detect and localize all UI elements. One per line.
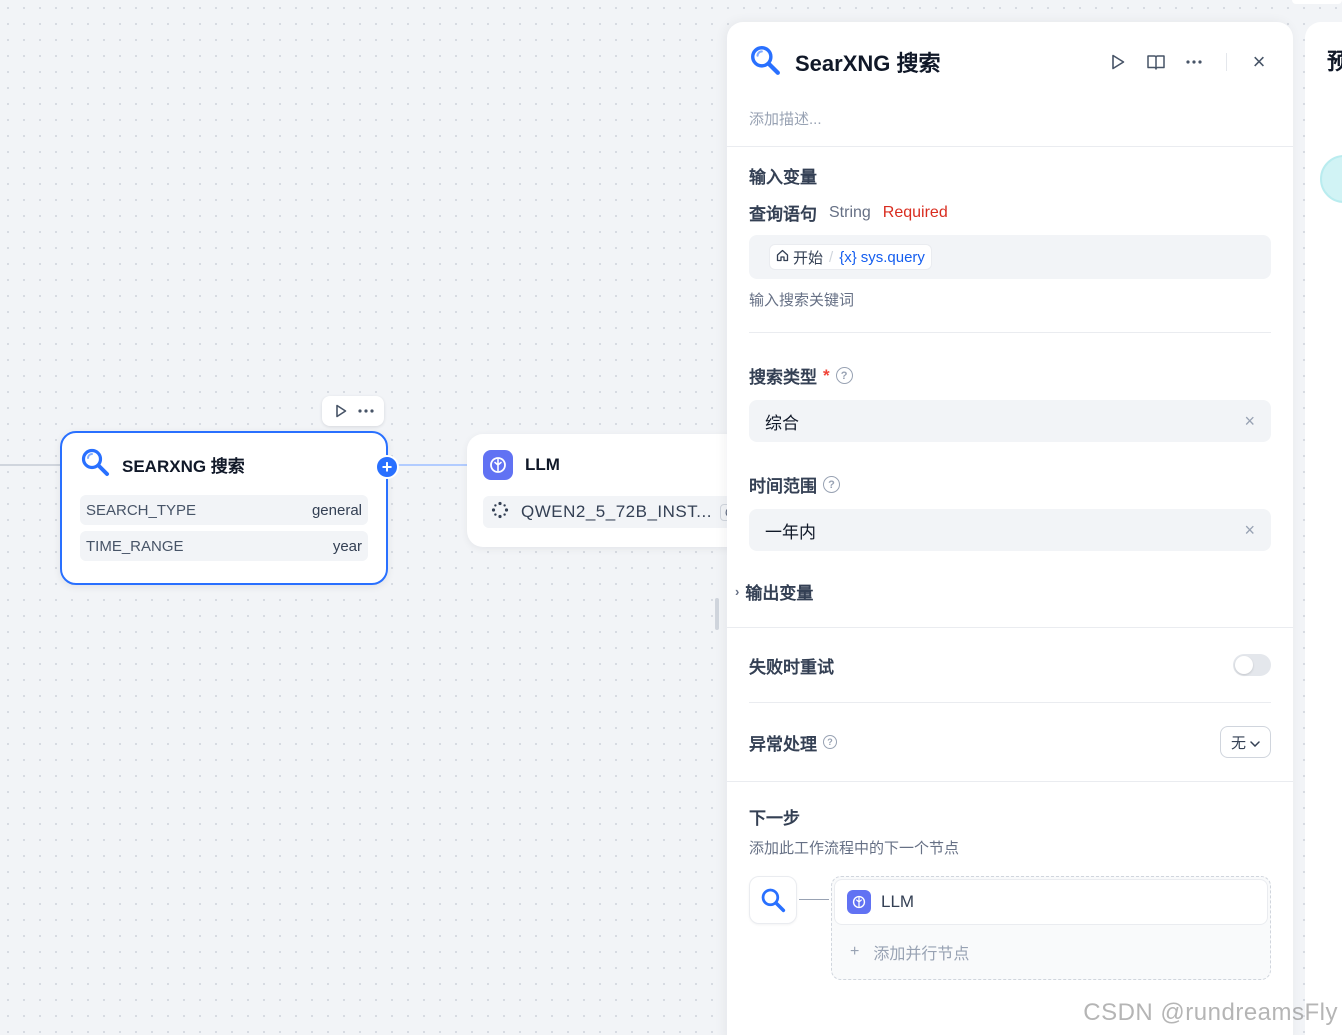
model-provider-icon — [491, 501, 509, 524]
run-step-button[interactable] — [1106, 50, 1130, 74]
param-key: TIME_RANGE — [86, 537, 184, 555]
param-value: general — [311, 501, 362, 519]
panel-resize-handle[interactable] — [715, 598, 719, 630]
time-range-value: 一年内 — [765, 522, 816, 542]
connector-line — [799, 899, 829, 900]
variable-selector[interactable]: 开始 / {x} sys.query — [749, 235, 1271, 279]
chevron-right-icon: › — [735, 584, 740, 599]
model-row: QWEN2_5_72B_INST... C — [483, 496, 741, 528]
chip-variable: sys.query — [860, 248, 925, 266]
error-handling-dropdown[interactable]: 无 — [1219, 726, 1271, 758]
description-input[interactable]: 添加描述... — [727, 102, 1293, 146]
help-icon[interactable]: ? — [823, 735, 837, 749]
search-type-label-text: 搜索类型 — [749, 368, 817, 387]
search-icon — [749, 44, 781, 81]
current-node-icon — [749, 876, 797, 924]
next-node-llm[interactable]: LLM — [834, 879, 1268, 925]
variable-type: String — [829, 203, 871, 221]
panel-title[interactable]: SearXNG 搜索 — [795, 46, 1106, 78]
help-icon[interactable]: ? — [835, 367, 853, 384]
param-key: SEARCH_TYPE — [86, 501, 197, 519]
toolbar-divider — [1226, 53, 1227, 71]
error-handling-label-text: 异常处理 — [749, 734, 817, 754]
input-hint: 输入搜索关键词 — [749, 292, 855, 309]
next-nodes-group: LLM + 添加并行节点 — [831, 876, 1271, 980]
time-range-label: 时间范围 ? — [749, 472, 1271, 497]
add-next-node-handle[interactable]: + — [375, 455, 399, 479]
node-title: LLM — [525, 455, 560, 474]
close-panel-button[interactable]: × — [1247, 49, 1271, 74]
error-handling-value: 无 — [1230, 734, 1246, 752]
chip-source: 开始 — [793, 249, 824, 267]
search-type-label: 搜索类型 * ? — [749, 363, 1271, 388]
node-toolbar — [322, 396, 384, 426]
llm-node[interactable]: LLM QWEN2_5_72B_INST... C — [467, 434, 757, 547]
more-options-button[interactable] — [355, 400, 377, 422]
add-parallel-label: 添加并行节点 — [873, 946, 970, 963]
next-step-description: 添加此工作流程中的下一个节点 — [749, 840, 960, 857]
top-tab-edge — [1292, 0, 1342, 4]
node-param-row: SEARCH_TYPE general — [80, 495, 368, 525]
next-node-label: LLM — [881, 892, 915, 911]
more-options-button[interactable] — [1182, 50, 1206, 74]
error-handling-label: 异常处理 ? — [749, 730, 837, 755]
node-settings-panel: SearXNG 搜索 × 添加描述... 输入变量 查询语句 String Re… — [727, 22, 1293, 1035]
search-icon — [80, 447, 110, 482]
next-step-title: 下一步 — [749, 809, 800, 828]
watermark: CSDN @rundreamsFly — [1083, 999, 1338, 1026]
llm-icon — [847, 890, 871, 914]
run-node-button[interactable] — [330, 400, 352, 422]
edge-search-to-llm — [398, 464, 468, 466]
variable-name: 查询语句 — [749, 205, 817, 224]
llm-icon — [483, 450, 513, 480]
preview-panel: 预 — [1305, 22, 1342, 1035]
required-mark: * — [823, 365, 830, 385]
next-step-graph: LLM + 添加并行节点 — [749, 876, 1271, 986]
search-type-value: 综合 — [765, 413, 799, 433]
add-parallel-node-button[interactable]: + 添加并行节点 — [832, 927, 1270, 977]
node-title: SEARXNG 搜索 — [122, 456, 245, 476]
time-range-label-text: 时间范围 — [749, 477, 817, 496]
retry-label: 失败时重试 — [749, 657, 834, 677]
model-name: QWEN2_5_72B_INST... — [521, 502, 712, 521]
node-param-row: TIME_RANGE year — [80, 531, 368, 561]
variable-chip[interactable]: 开始 / {x} sys.query — [769, 244, 932, 270]
chip-separator: / — [829, 248, 834, 266]
clear-icon[interactable]: × — [1244, 411, 1255, 432]
input-variables-title: 输入变量 — [749, 168, 817, 187]
retry-toggle[interactable] — [1233, 654, 1271, 676]
time-range-select[interactable]: 一年内 × — [749, 509, 1271, 551]
edge-incoming — [0, 464, 62, 466]
searxng-search-node[interactable]: SEARXNG 搜索 SEARCH_TYPE general TIME_RANG… — [60, 431, 399, 585]
clear-icon[interactable]: × — [1244, 520, 1255, 541]
book-icon[interactable] — [1144, 50, 1168, 74]
variable-icon: {x} — [839, 248, 857, 266]
search-type-select[interactable]: 综合 × — [749, 400, 1271, 442]
output-variables-toggle[interactable]: › 输出变量 — [735, 579, 1271, 604]
plus-icon: + — [850, 943, 860, 960]
output-variables-title: 输出变量 — [745, 584, 814, 603]
home-icon — [776, 249, 789, 266]
help-icon[interactable]: ? — [823, 476, 840, 493]
chevron-down-icon — [1250, 734, 1260, 751]
param-value: year — [332, 537, 362, 555]
avatar — [1320, 155, 1342, 203]
variable-required: Required — [882, 203, 948, 221]
preview-panel-title: 预 — [1327, 49, 1342, 74]
